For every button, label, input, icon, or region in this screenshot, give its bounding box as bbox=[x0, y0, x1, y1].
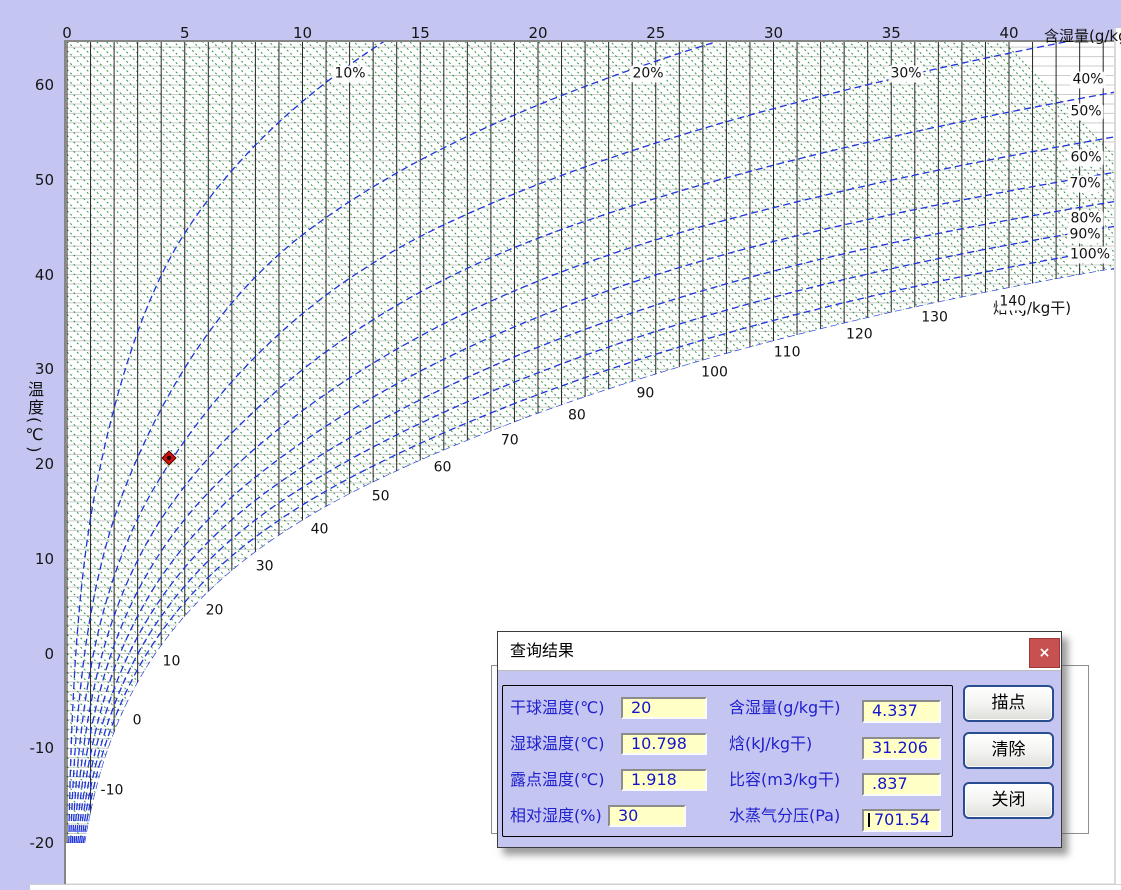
field-input-right-0[interactable]: 4.337 bbox=[862, 700, 941, 723]
window-right-edge bbox=[1114, 28, 1121, 890]
field-input-left-2[interactable]: 1.918 bbox=[621, 769, 707, 791]
field-label-r1: 焓(kJ/kg干) bbox=[729, 734, 812, 754]
field-input-left-3[interactable]: 30 bbox=[608, 805, 686, 827]
dialog-titlebar[interactable]: 查询结果 × bbox=[498, 632, 1061, 671]
field-input-right-3[interactable]: 701.54 bbox=[862, 809, 941, 832]
field-input-right-1[interactable]: 31.206 bbox=[862, 737, 941, 760]
field-label-r0: 含湿量(g/kg干) bbox=[729, 698, 840, 718]
field-label-r2: 比容(m3/kg干) bbox=[729, 770, 840, 790]
clear-button[interactable]: 清除 bbox=[963, 732, 1054, 769]
field-label-0: 干球温度(℃) bbox=[510, 698, 604, 718]
field-label-1: 湿球温度(℃) bbox=[510, 734, 604, 754]
dialog-fieldset: 干球温度(℃) 20 湿球温度(℃) 10.798 露点温度(℃) 1.918 相对湿度(%… bbox=[502, 685, 953, 837]
dialog-close-button[interactable]: × bbox=[1029, 638, 1060, 668]
plot-point-button[interactable]: 描点 bbox=[963, 685, 1054, 722]
field-input-left-0[interactable]: 20 bbox=[621, 697, 707, 719]
field-label-3: 相对湿度(%) bbox=[510, 806, 602, 826]
window-bottom-edge bbox=[30, 884, 1121, 890]
field-label-r3: 水蒸气分压(Pa) bbox=[729, 806, 840, 826]
field-label-2: 露点温度(℃) bbox=[510, 770, 604, 790]
field-input-right-2[interactable]: .837 bbox=[862, 773, 941, 796]
dialog-title: 查询结果 bbox=[510, 632, 574, 670]
app-window: 温度(℃) 含湿量(g/kg干) 焓(kJ/kg干) 0510152025303… bbox=[0, 0, 1121, 890]
close-button[interactable]: 关闭 bbox=[963, 782, 1054, 819]
query-result-dialog: 查询结果 × 干球温度(℃) 20 湿球温度(℃) 10.798 露点温度(℃) 1.91… bbox=[497, 631, 1062, 848]
text-cursor bbox=[868, 813, 870, 827]
field-input-left-1[interactable]: 10.798 bbox=[621, 733, 707, 755]
